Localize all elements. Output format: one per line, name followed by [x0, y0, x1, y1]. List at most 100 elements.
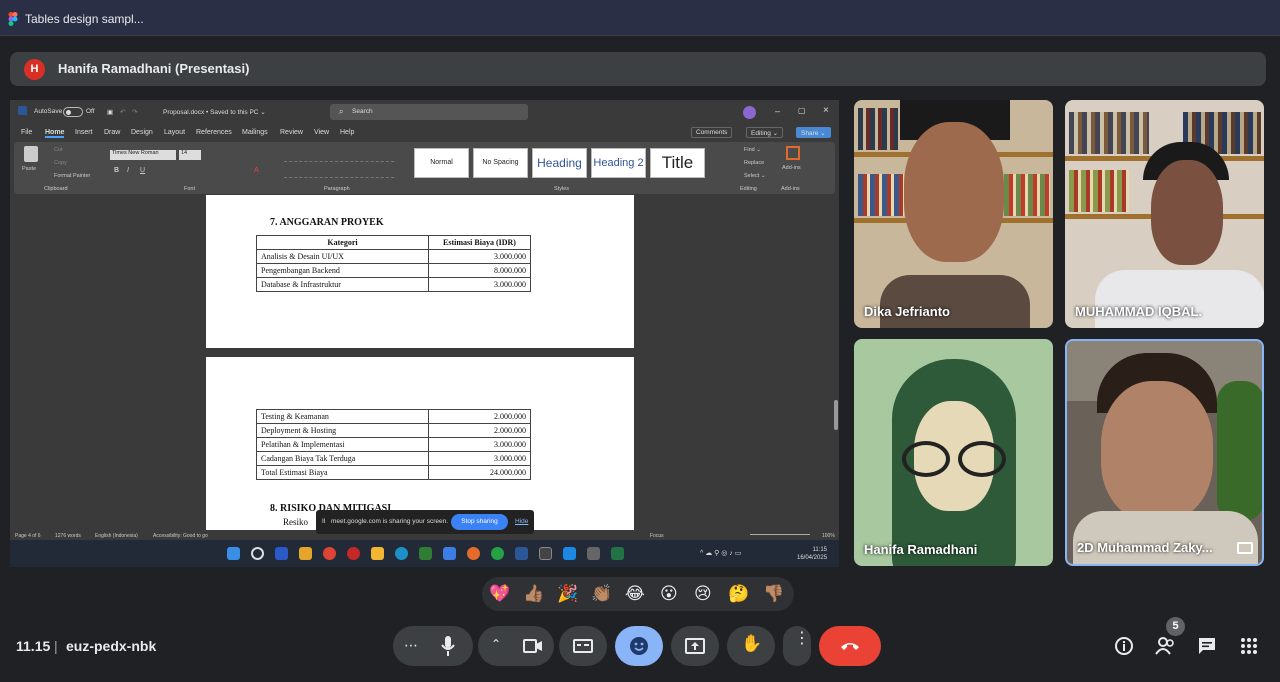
folder-icon[interactable] [371, 547, 384, 560]
format-painter-button[interactable]: Format Painter [54, 173, 90, 179]
menu-mailings[interactable]: Mailings [242, 129, 268, 136]
menu-insert[interactable]: Insert [75, 129, 93, 136]
editing-button[interactable]: Editing ⌄ [746, 127, 784, 138]
chat-icon[interactable] [1197, 636, 1217, 656]
reaction-thumbs-down[interactable]: 👎🏽 [763, 583, 784, 605]
autosave-toggle[interactable] [63, 107, 83, 117]
tray-icons[interactable]: ^ ☁ ⚲ ◎ ♪ ▭ [700, 549, 741, 557]
more-mic-options-icon[interactable]: ⋯ [404, 637, 418, 654]
people-icon[interactable] [1155, 636, 1175, 656]
dropbox-icon[interactable] [275, 547, 288, 560]
user-avatar[interactable] [743, 106, 756, 119]
focus-button[interactable]: Focus [650, 533, 664, 539]
excel-icon[interactable] [611, 547, 624, 560]
font-size-select[interactable]: 14 [179, 150, 201, 160]
underline-button[interactable]: U [140, 167, 145, 174]
app2-icon[interactable] [587, 547, 600, 560]
document-name[interactable]: Proposal.docx • Saved to this PC ⌄ [163, 108, 266, 116]
menu-view[interactable]: View [314, 129, 329, 136]
menu-review[interactable]: Review [280, 129, 303, 136]
reaction-heart[interactable]: 💖 [489, 583, 510, 605]
style-heading[interactable]: Heading [532, 148, 587, 178]
addins-icon[interactable] [786, 146, 800, 160]
captions-button[interactable] [559, 626, 607, 666]
comments-button[interactable]: Comments [691, 127, 733, 138]
menu-draw[interactable]: Draw [104, 129, 120, 136]
style-normal[interactable]: Normal [414, 148, 469, 178]
style-no-spacing[interactable]: No Spacing [473, 148, 528, 178]
bold-button[interactable]: B [114, 167, 119, 174]
replace-button[interactable]: Replace [744, 160, 764, 166]
app-icon[interactable] [443, 547, 456, 560]
participant-tile[interactable]: Hanifa Ramadhani [854, 339, 1053, 566]
cut-button[interactable]: Cut [54, 147, 63, 153]
stop-sharing-button[interactable]: Stop sharing [451, 514, 508, 530]
present-button[interactable] [671, 626, 719, 666]
reaction-surprised[interactable]: 😮 [660, 583, 678, 605]
restore-icon[interactable]: ▢ [798, 106, 806, 115]
chrome-icon[interactable] [323, 547, 336, 560]
accessibility-status[interactable]: Accessibility: Good to go [153, 533, 208, 539]
menu-layout[interactable]: Layout [164, 129, 185, 136]
search-taskbar-icon[interactable] [251, 547, 264, 560]
camera-icon[interactable] [523, 639, 543, 653]
paste-label[interactable]: Paste [22, 166, 36, 172]
undo-icon[interactable]: ↶ [120, 108, 125, 116]
reaction-sad[interactable]: 😢 [694, 583, 712, 605]
budget-table-part2[interactable]: Testing & Keamanan 2.000.000 Deployment &… [256, 409, 531, 480]
doc-page-5[interactable]: Testing & Keamanan 2.000.000 Deployment &… [206, 357, 634, 530]
edge-icon[interactable] [395, 547, 408, 560]
whatsapp-icon[interactable] [491, 547, 504, 560]
menu-design[interactable]: Design [131, 129, 153, 136]
italic-button[interactable]: I [127, 167, 129, 174]
zoom-level[interactable]: 100% [822, 533, 835, 539]
tab-title[interactable]: Tables design sampl... [25, 12, 144, 26]
menu-references[interactable]: References [196, 129, 232, 136]
align-icons[interactable] [284, 166, 394, 178]
redo-icon[interactable]: ↷ [132, 108, 137, 116]
reaction-clap[interactable]: 👏🏽 [591, 583, 612, 605]
leave-call-button[interactable] [819, 626, 881, 666]
select-button[interactable]: Select ⌄ [744, 173, 765, 179]
participant-tile-active[interactable]: 2D Muhammad Zaky... [1065, 339, 1264, 566]
start-icon[interactable] [227, 547, 240, 560]
doc-page-4[interactable]: 7. ANGGARAN PROYEK Kategori Estimasi Biay… [206, 195, 634, 348]
reaction-party[interactable]: 🎉 [557, 583, 578, 605]
word-count[interactable]: 1276 words [55, 533, 81, 539]
share-button[interactable]: Share ⌄ [796, 127, 831, 138]
vscode-icon[interactable] [563, 547, 576, 560]
minimize-icon[interactable]: – [775, 106, 780, 116]
microphone-icon[interactable] [441, 636, 455, 656]
style-title[interactable]: Title [650, 148, 705, 178]
pip-icon[interactable] [1237, 542, 1253, 554]
system-clock[interactable]: 11:15 16/04/2025 [797, 546, 827, 562]
menu-help[interactable]: Help [340, 129, 354, 136]
more-options-button[interactable]: ⋮ [783, 626, 811, 666]
reactions-button[interactable] [615, 626, 663, 666]
style-heading-2[interactable]: Heading 2 [591, 148, 646, 178]
page-count[interactable]: Page 4 of 6 [15, 533, 41, 539]
menu-home[interactable]: Home [45, 129, 65, 138]
language[interactable]: English (Indonesia) [95, 533, 138, 539]
participant-tile[interactable]: Dika Jefrianto [854, 100, 1053, 328]
reaction-thinking[interactable]: 🤔 [728, 583, 749, 605]
reaction-laugh[interactable]: 😂 [625, 583, 645, 605]
word-taskbar-icon[interactable] [515, 547, 528, 560]
chevron-up-icon[interactable]: ⌃ [491, 637, 501, 651]
raise-hand-button[interactable]: ✋ [727, 626, 775, 666]
info-icon[interactable] [1114, 636, 1134, 656]
opera-icon[interactable] [347, 547, 360, 560]
paste-icon[interactable] [24, 146, 38, 162]
store-icon[interactable] [419, 547, 432, 560]
find-button[interactable]: Find ⌄ [744, 147, 761, 153]
hide-link[interactable]: Hide [515, 518, 528, 525]
doc-scrollbar[interactable] [834, 400, 838, 430]
zoom-slider[interactable] [750, 534, 810, 535]
search-box[interactable]: Search ⌕ [330, 104, 528, 120]
budget-table-part1[interactable]: Kategori Estimasi Biaya (IDR) Analisis & … [256, 235, 531, 292]
font-color-icon[interactable]: A [254, 167, 259, 174]
terminal-icon[interactable] [539, 547, 552, 560]
copilot-icon[interactable] [299, 547, 312, 560]
font-select[interactable]: Times New Roman [110, 150, 176, 160]
menu-file[interactable]: File [21, 129, 32, 136]
